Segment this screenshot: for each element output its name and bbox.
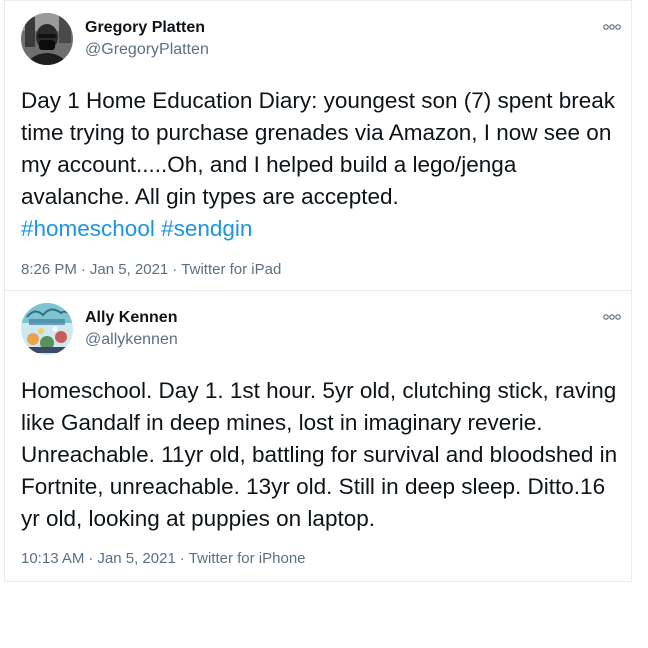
meta-separator: · [172, 261, 178, 278]
user-handle[interactable]: @allykennen [85, 331, 178, 349]
tweet-text: Day 1 Home Education Diary: youngest son… [21, 85, 619, 245]
tweet-date[interactable]: Jan 5, 2021 [90, 261, 168, 278]
tweet-source[interactable]: Twitter for iPhone [189, 550, 306, 567]
display-name[interactable]: Ally Kennen [85, 309, 177, 327]
tweet-text-content: Day 1 Home Education Diary: youngest son… [21, 88, 616, 209]
tweet-time[interactable]: 10:13 AM [21, 550, 84, 567]
tweet-text: Homeschool. Day 1. 1st hour. 5yr old, cl… [21, 378, 618, 531]
tweet-date[interactable]: Jan 5, 2021 [97, 550, 175, 567]
tweet-time[interactable]: 8:26 PM [21, 261, 77, 278]
person-with-mask-avatar-icon [21, 13, 73, 65]
tweet-meta: 8:26 PM · Jan 5, 2021 · Twitter for iPad [21, 261, 281, 278]
more-options-icon[interactable] [603, 23, 621, 31]
tweet-card[interactable]: Ally Kennen @allykennen Homeschool. Day … [4, 290, 632, 582]
meta-separator: · [88, 550, 94, 567]
more-options-icon[interactable] [603, 313, 621, 321]
illustrated-book-cover-avatar-icon [21, 303, 73, 355]
avatar[interactable] [21, 303, 73, 355]
tweet-source[interactable]: Twitter for iPad [181, 261, 281, 278]
tweet-card[interactable]: Gregory Platten @GregoryPlatten Day 1 Ho… [4, 0, 632, 291]
tweet-meta: 10:13 AM · Jan 5, 2021 · Twitter for iPhone [21, 550, 306, 567]
meta-separator: · [179, 550, 185, 567]
user-handle[interactable]: @GregoryPlatten [85, 41, 209, 59]
avatar[interactable] [21, 13, 73, 65]
display-name[interactable]: Gregory Platten [85, 19, 205, 37]
meta-separator: · [80, 261, 86, 278]
hashtag-link[interactable]: #sendgin [161, 216, 252, 241]
hashtag-link[interactable]: #homeschool [21, 216, 155, 241]
